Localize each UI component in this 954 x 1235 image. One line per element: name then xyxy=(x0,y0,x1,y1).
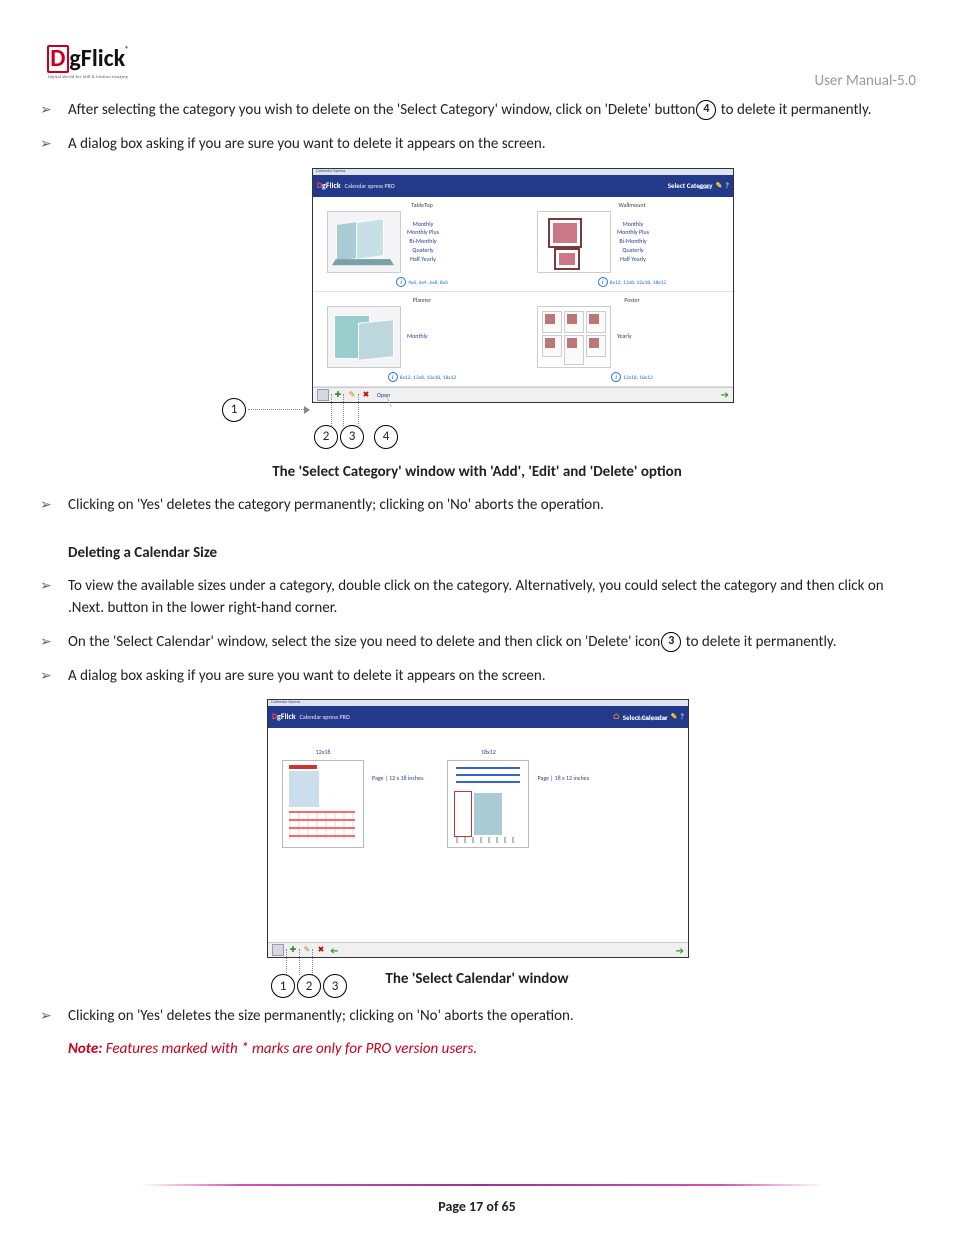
category-poster[interactable]: Poster Yearly i12x18, 18x12 xyxy=(523,292,733,387)
edit-button[interactable]: ✎ xyxy=(302,945,312,955)
bullet-list-top: After selecting the category you wish to… xyxy=(38,100,916,156)
bullet-list-bottom: To view the available sizes under a cate… xyxy=(38,576,916,687)
page-number: Page 17 of 65 xyxy=(438,1198,515,1215)
period-list: Yearly xyxy=(617,332,632,341)
note-label: Note: xyxy=(68,1040,102,1058)
category-grid: TableTop Monthly Monthly Plus Bi-Monthly… xyxy=(313,197,733,387)
calendar-size-list: 12x18 Page | 12 x 18 inches 18x12 xyxy=(268,728,688,942)
toolbar-spacer xyxy=(317,389,329,401)
figure-1-caption: The 'Select Category' window with 'Add',… xyxy=(38,463,916,481)
size-item-18x12[interactable]: 18x12 Page | 18 x 12 inches xyxy=(447,748,588,938)
thumb-18x12 xyxy=(447,760,529,848)
callout-3-inline: 3 xyxy=(661,632,681,652)
note-text: Features marked with * marks are only fo… xyxy=(102,1040,477,1058)
thumb-wallmount xyxy=(537,211,611,273)
help-icon[interactable]: ? xyxy=(725,181,729,191)
edit-button[interactable]: ✎ xyxy=(347,390,357,400)
brand-sub: Calendar xpress PRO xyxy=(345,182,395,190)
info-icon: i xyxy=(611,372,621,382)
footer-rule xyxy=(140,1184,824,1186)
bullet-text: After selecting the category you wish to… xyxy=(68,101,695,119)
bullet-item: Clicking on 'Yes' deletes the category p… xyxy=(38,495,916,517)
figure-2-callouts: 1 2 3 The 'Select Calendar' window xyxy=(267,958,687,1002)
page-size-label: Page | 18 x 12 inches xyxy=(537,774,588,782)
info-icon: i xyxy=(388,372,398,382)
category-wallmount[interactable]: Wallmount Monthly Monthly Plus Bi-Monthl… xyxy=(523,197,733,292)
figure-2: Calendar Xpress DgFlick Calendar xpress … xyxy=(38,699,916,1002)
callout-4-inline: 4 xyxy=(696,100,716,120)
bullet-item: A dialog box asking if you are sure you … xyxy=(38,134,916,156)
bullet-text: To view the available sizes under a cate… xyxy=(68,577,884,617)
toolbar: ✚ ✎ ✖ Open ➔ xyxy=(313,387,733,402)
doc-version: User Manual-5.0 xyxy=(814,38,916,90)
bullet-text: A dialog box asking if you are sure you … xyxy=(68,135,546,153)
size-item-12x18[interactable]: 12x18 Page | 12 x 18 inches xyxy=(282,748,423,938)
back-arrow-icon[interactable]: ➔ xyxy=(330,944,338,957)
delete-button[interactable]: ✖ xyxy=(361,390,371,400)
callout-4: 4 xyxy=(374,425,398,449)
brand: DgFlick xyxy=(317,181,341,191)
note: Note: Features marked with * marks are o… xyxy=(68,1040,916,1058)
app-header: DgFlick Calendar xpress PRO ⌂ Select Cal… xyxy=(268,706,688,728)
page-size-label: Page | 12 x 18 inches xyxy=(372,774,423,782)
thumb-tabletop xyxy=(327,211,401,273)
bullet-text: A dialog box asking if you are sure you … xyxy=(68,667,546,685)
period-list: Monthly Monthly Plus Bi-Monthly Quaterly… xyxy=(407,220,439,263)
bullet-text: On the 'Select Calendar' window, select … xyxy=(68,633,660,651)
bullet-item: Clicking on 'Yes' deletes the size perma… xyxy=(38,1006,916,1028)
period-list: Monthly Monthly Plus Bi-Monthly Quaterly… xyxy=(617,220,649,263)
logo-tagline: Digital World for Still & Motion Imaging xyxy=(48,75,128,80)
thumb-12x18 xyxy=(282,760,364,848)
bullet-list-after-fig2: Clicking on 'Yes' deletes the size perma… xyxy=(38,1006,916,1028)
page-footer: Page 17 of 65 xyxy=(0,1184,954,1215)
brand: DgFlick xyxy=(272,712,296,722)
bullet-item: To view the available sizes under a cate… xyxy=(38,576,916,620)
brand-sub: Calendar xpress PRO xyxy=(300,713,350,721)
bullet-item: After selecting the category you wish to… xyxy=(38,100,916,122)
figure-2-caption: The 'Select Calendar' window xyxy=(267,970,687,988)
bullet-text: Clicking on 'Yes' deletes the category p… xyxy=(68,496,604,514)
app-window: Calendar Xpress DgFlick Calendar xpress … xyxy=(312,168,734,403)
help-icon[interactable]: ? xyxy=(680,712,684,722)
edit-icon[interactable]: ✎ xyxy=(671,712,678,722)
toolbar-2: ✚ ✎ ✖ ➔ ➔ xyxy=(268,942,688,957)
header-sub: Poster xyxy=(699,185,712,191)
header-sub: Poster | 12x18 xyxy=(637,716,667,722)
next-arrow-icon[interactable]: ➔ xyxy=(721,388,729,401)
info-icon: i xyxy=(396,277,406,287)
callout-3: 3 xyxy=(340,425,364,449)
callout-2: 2 xyxy=(314,425,338,449)
logo: DgFlick® Digital World for Still & Motio… xyxy=(38,38,138,86)
bullet-text-post: to delete it permanently. xyxy=(682,633,836,651)
page-header: DgFlick® Digital World for Still & Motio… xyxy=(38,38,916,90)
logo-main: DgFlick® xyxy=(47,45,128,73)
subheading-deleting-size: Deleting a Calendar Size xyxy=(68,544,916,562)
info-icon: i xyxy=(598,277,608,287)
edit-icon[interactable]: ✎ xyxy=(716,181,723,191)
delete-button[interactable]: ✖ xyxy=(316,945,326,955)
bullet-text: Clicking on 'Yes' deletes the size perma… xyxy=(68,1007,574,1025)
screenshot-select-calendar: Calendar Xpress DgFlick Calendar xpress … xyxy=(267,699,687,958)
app-window-2: Calendar Xpress DgFlick Calendar xpress … xyxy=(267,699,689,958)
screenshot-select-category: 1 Calendar Xpress DgFlick Calendar xpres… xyxy=(222,168,732,403)
bullet-list-mid: Clicking on 'Yes' deletes the category p… xyxy=(38,495,916,517)
figure-1: 1 Calendar Xpress DgFlick Calendar xpres… xyxy=(38,168,916,481)
home-icon[interactable]: ⌂ xyxy=(613,712,620,722)
open-button[interactable]: Open xyxy=(377,391,390,399)
thumb-planner xyxy=(327,306,401,368)
category-tabletop[interactable]: TableTop Monthly Monthly Plus Bi-Monthly… xyxy=(313,197,523,292)
bullet-item: A dialog box asking if you are sure you … xyxy=(38,666,916,688)
thumb-poster xyxy=(537,306,611,368)
period-list: Monthly xyxy=(407,332,428,341)
app-header: DgFlick Calendar xpress PRO Select Categ… xyxy=(313,175,733,197)
bullet-text-post: to delete it permanently. xyxy=(717,101,871,119)
category-planner[interactable]: Planner Monthly i8x12, 12x8, 12x18, 18x1… xyxy=(313,292,523,387)
toolbar-spacer xyxy=(272,944,284,956)
bullet-item: On the 'Select Calendar' window, select … xyxy=(38,632,916,654)
next-arrow-icon[interactable]: ➔ xyxy=(676,944,684,957)
add-button[interactable]: ✚ xyxy=(288,945,298,955)
figure-1-callouts: 2 3 4 xyxy=(222,403,732,457)
add-button[interactable]: ✚ xyxy=(333,390,343,400)
